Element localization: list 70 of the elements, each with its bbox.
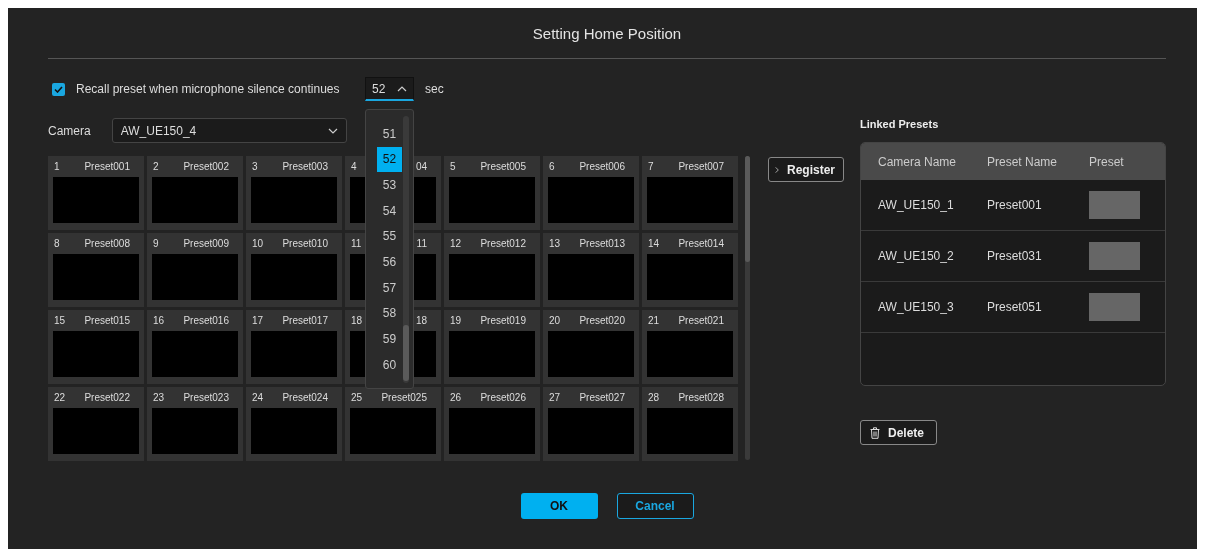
preset-number: 20 [548,315,562,326]
preset-name: Preset001 [84,161,130,172]
field-label: Camera [48,123,91,138]
preset-number: 24 [251,392,265,403]
preset-number: 7 [647,161,655,172]
preset-name: Preset003 [282,161,328,172]
preset-number: 16 [152,315,166,326]
table-cell-text: Preset031 [987,249,1043,263]
preset-number: 15 [53,315,67,326]
table-cell-text: Preset001 [987,198,1043,212]
preset-name: Preset017 [282,315,328,326]
preset-number: 9 [152,238,160,249]
preset-number: 10 [251,238,265,249]
preset-number: 5 [449,161,457,172]
table-cell-text: AW_UE150_1 [878,198,955,212]
preset-number: 6 [548,161,556,172]
preset-name: Preset014 [678,238,724,249]
preset-name: Preset024 [282,392,328,403]
preset-number: 22 [53,392,67,403]
preset-number: 12 [449,238,463,249]
preset-name: Preset002 [183,161,229,172]
preset-name: Preset012 [480,238,526,249]
preset-name: Preset010 [282,238,328,249]
preset-name: Preset006 [579,161,625,172]
preset-name: Preset021 [678,315,724,326]
column-header: Camera Name [878,154,958,169]
preset-name: Preset026 [480,392,526,403]
column-header: Preset Name [987,154,1059,169]
unit-label: sec [425,82,444,96]
table-cell-text: AW_UE150_3 [878,300,955,314]
preset-number: 19 [449,315,463,326]
preset-number: 25 [350,392,364,403]
preset-number: 14 [647,238,661,249]
preset-name: Preset019 [480,315,526,326]
preset-number: 3 [251,161,259,172]
preset-name: 04 [415,161,427,172]
preset-number: 23 [152,392,166,403]
preset-number: 8 [53,238,61,249]
preset-number: 18 [350,315,364,326]
preset-name: Preset008 [84,238,130,249]
preset-number: 2 [152,161,160,172]
section-title: Linked Presets [860,118,940,132]
dialog-title: Setting Home Position [48,8,1166,59]
preset-name: Preset005 [480,161,526,172]
preset-number: 26 [449,392,463,403]
preset-name: Preset016 [183,315,229,326]
preset-number: 4 [350,161,358,172]
column-header: Preset [1089,154,1125,169]
preset-name: Preset007 [678,161,724,172]
table-cell-text: AW_UE150_2 [878,249,955,263]
preset-number: 13 [548,238,562,249]
preset-name: Preset025 [381,392,427,403]
preset-name: 18 [415,315,427,326]
preset-name: Preset027 [579,392,625,403]
preset-number: 21 [647,315,661,326]
preset-number: 27 [548,392,562,403]
preset-name: 11 [416,238,427,249]
preset-name: Preset009 [183,238,229,249]
preset-name: Preset015 [84,315,130,326]
checkbox-label: Recall preset when microphone silence continues [76,82,341,96]
preset-number: 28 [647,392,661,403]
preset-number: 17 [251,315,265,326]
preset-number: 11 [350,238,363,249]
preset-name: Preset022 [84,392,130,403]
preset-name: Preset023 [183,392,229,403]
preset-name: Preset028 [678,392,724,403]
preset-number: 1 [53,161,61,172]
table-cell-text: Preset051 [987,300,1043,314]
preset-name: Preset013 [579,238,625,249]
preset-name: Preset020 [579,315,625,326]
